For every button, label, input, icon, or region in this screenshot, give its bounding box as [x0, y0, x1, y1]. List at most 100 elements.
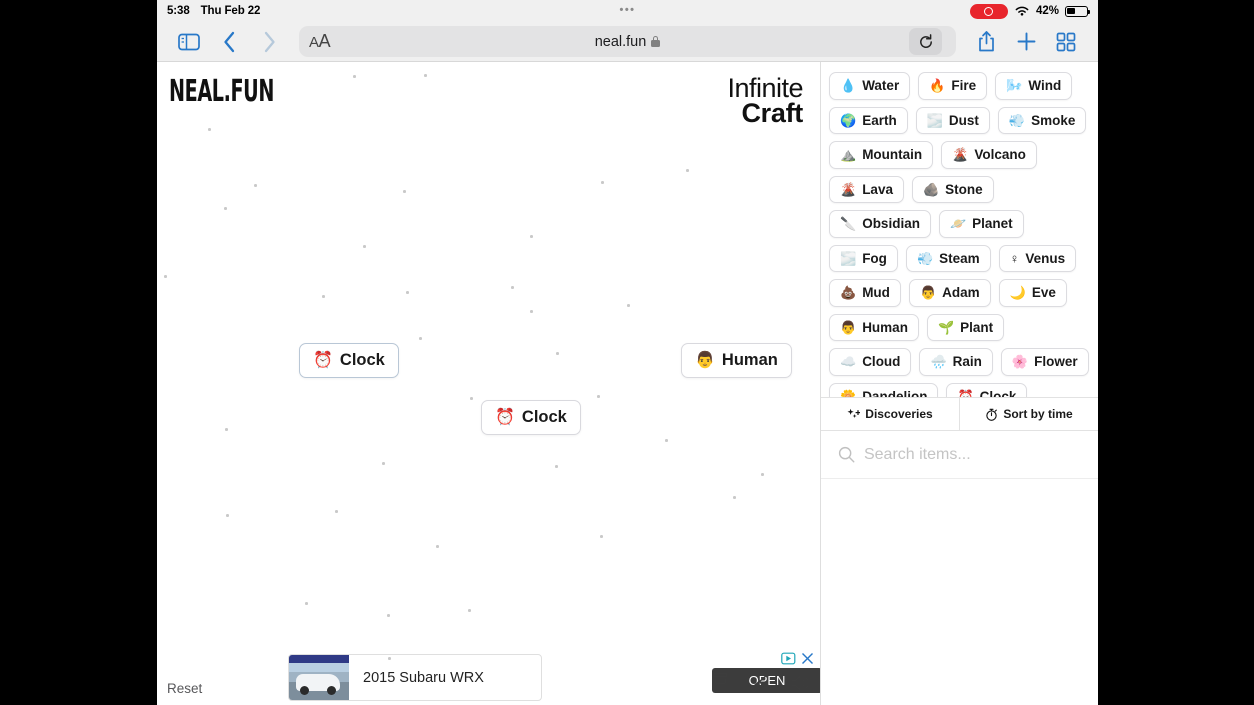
background-particle — [556, 352, 559, 355]
background-particle — [511, 286, 514, 289]
reset-button[interactable]: Reset — [167, 681, 202, 696]
element-label: Lava — [862, 181, 893, 197]
adchoices-icon[interactable] — [781, 652, 796, 665]
element-pill[interactable]: 🌫️ Dust — [915, 106, 990, 135]
background-particle — [597, 395, 600, 398]
search-input[interactable] — [863, 445, 1081, 464]
element-pill[interactable]: 🌋 Lava — [829, 175, 904, 204]
element-pill[interactable]: 👨 Human — [829, 313, 919, 342]
element-label: Earth — [862, 112, 897, 128]
status-time: 5:38 — [167, 5, 190, 17]
discoveries-label: Discoveries — [865, 407, 933, 421]
element-emoji-icon: 🌋 — [840, 181, 857, 197]
discoveries-tab[interactable]: Discoveries — [821, 398, 960, 430]
title-line-2: Craft — [741, 97, 803, 128]
background-particle — [686, 169, 689, 172]
canvas-item[interactable]: ⏰ Clock — [481, 400, 581, 435]
ipad-screen: 5:38 Thu Feb 22 ••• 42% AA neal.fun NEAL… — [157, 0, 1098, 705]
stopwatch-icon — [986, 408, 998, 421]
element-pill[interactable]: 💨 Steam — [905, 244, 991, 273]
element-emoji-icon: 🔥 — [929, 78, 946, 94]
close-icon[interactable] — [801, 652, 814, 665]
element-pill[interactable]: 🪨 Stone — [911, 175, 994, 204]
element-pill[interactable]: 👨 Adam — [908, 279, 991, 307]
element-emoji-icon: 🪨 — [922, 181, 940, 197]
forward-button[interactable] — [249, 26, 289, 58]
element-pill[interactable]: ⛰️ Mountain — [829, 141, 934, 169]
browser-toolbar: AA neal.fun — [157, 22, 1098, 62]
page-body: NEAL.FUN Infinite Craft Reset 2015 Subar… — [157, 62, 1098, 705]
canvas-item[interactable]: ⏰ Clock — [299, 343, 399, 378]
background-particle — [436, 545, 439, 548]
back-button[interactable] — [209, 26, 249, 58]
element-pill[interactable]: ⏰ Clock — [946, 382, 1028, 397]
element-label: Obsidian — [862, 216, 920, 232]
canvas-item[interactable]: 👨 Human — [681, 343, 792, 378]
element-pill[interactable]: 🌬️ Wind — [995, 72, 1073, 100]
search-row[interactable] — [821, 431, 1098, 479]
element-emoji-icon: ♀ — [1009, 250, 1020, 266]
ad-controls — [781, 652, 814, 665]
element-label: Human — [862, 319, 908, 335]
coffee-cup-icon[interactable] — [712, 672, 729, 694]
show-tabs-button[interactable] — [1046, 26, 1086, 58]
element-label: Fog — [862, 250, 887, 266]
status-bar: 5:38 Thu Feb 22 ••• 42% — [157, 0, 1098, 22]
element-pill[interactable]: 🌼 Dandelion — [829, 382, 939, 397]
element-pill[interactable]: 🌫️ Fog — [829, 244, 898, 273]
elements-sidebar: 💧 Water 🔥 Fire 🌬️ Wind 🌍 Earth 🌫️ Dust 💨 Smoke ⛰️ Mou… — [820, 62, 1098, 705]
background-particle — [353, 75, 356, 78]
element-pill[interactable]: 🌧️ Rain — [919, 348, 993, 376]
element-pill[interactable]: 🪐 Planet — [938, 210, 1024, 238]
url-text: neal.fun — [594, 33, 647, 50]
new-tab-button[interactable] — [1006, 26, 1046, 58]
element-pill[interactable]: 💨 Smoke — [997, 106, 1087, 135]
background-particle — [468, 609, 471, 612]
element-pill[interactable]: 🔥 Fire — [918, 72, 988, 100]
element-pill[interactable]: 🌸 Flower — [1000, 348, 1089, 376]
element-label: Adam — [942, 285, 980, 301]
element-pill[interactable]: ☁️ Cloud — [829, 348, 912, 376]
broom-icon[interactable] — [748, 672, 771, 694]
neal-fun-logo[interactable]: NEAL.FUN — [169, 74, 274, 109]
element-emoji-icon: 👨 — [919, 285, 937, 301]
element-pill[interactable]: 💧 Water — [829, 72, 911, 100]
background-particle — [665, 439, 668, 442]
element-pill[interactable]: 🌍 Earth — [829, 106, 908, 135]
screen-recording-indicator[interactable] — [969, 3, 1008, 19]
element-pill[interactable]: 💩 Mud — [829, 279, 901, 307]
element-emoji-icon: 🌫️ — [840, 250, 857, 266]
canvas-item-label: Human — [721, 351, 778, 369]
element-emoji-icon: ⏰ — [957, 388, 974, 397]
ad-banner[interactable]: 2015 Subaru WRX — [288, 654, 542, 701]
element-emoji-icon: 🔪 — [840, 216, 857, 232]
crafting-canvas[interactable]: NEAL.FUN Infinite Craft Reset 2015 Subar… — [157, 62, 820, 705]
multitask-dots-icon[interactable]: ••• — [619, 5, 635, 16]
background-particle — [387, 614, 390, 617]
element-pill[interactable]: ♀ Venus — [998, 244, 1077, 273]
element-label: Plant — [960, 319, 994, 335]
ad-thumbnail — [289, 655, 349, 700]
background-particle — [419, 337, 422, 340]
wifi-icon — [1015, 6, 1029, 16]
address-bar[interactable]: AA neal.fun — [299, 26, 956, 57]
speaker-icon[interactable] — [790, 673, 812, 693]
background-particle — [627, 304, 630, 307]
element-pill[interactable]: 🌋 Volcano — [941, 141, 1037, 169]
element-pill[interactable]: 🌱 Plant — [926, 313, 1005, 342]
element-label: Planet — [972, 216, 1013, 232]
lock-icon — [651, 36, 661, 47]
element-list[interactable]: 💧 Water 🔥 Fire 🌬️ Wind 🌍 Earth 🌫️ Dust 💨 Smoke ⛰️ Mou… — [821, 62, 1098, 397]
element-label: Smoke — [1031, 112, 1076, 128]
background-particle — [224, 207, 227, 210]
element-label: Clock — [979, 388, 1017, 397]
background-particle — [382, 462, 385, 465]
sort-by-time-tab[interactable]: Sort by time — [960, 398, 1098, 430]
background-particle — [388, 657, 391, 660]
sidebar-toggle-icon[interactable] — [169, 26, 209, 58]
element-emoji-icon: 🪐 — [949, 216, 967, 232]
element-label: Eve — [1031, 285, 1056, 301]
element-pill[interactable]: 🌙 Eve — [998, 279, 1067, 307]
element-pill[interactable]: 🔪 Obsidian — [829, 210, 931, 238]
share-button[interactable] — [966, 26, 1006, 58]
